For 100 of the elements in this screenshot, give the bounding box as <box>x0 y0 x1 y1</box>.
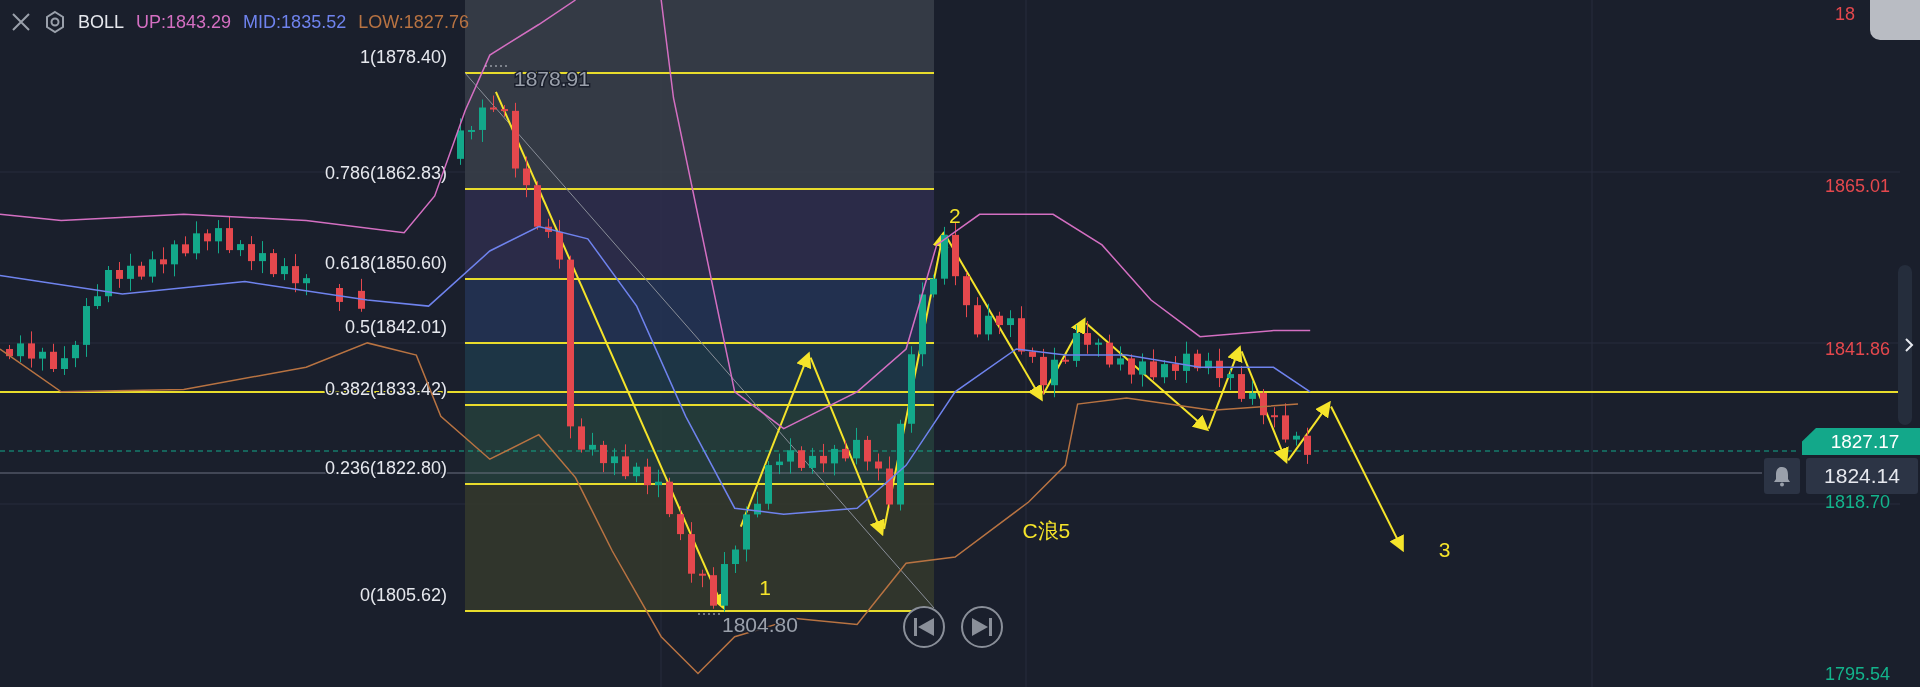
fibonacci-level-label: 0.5(1842.01) <box>344 317 447 337</box>
candlestick <box>688 521 695 584</box>
candlestick <box>336 283 343 312</box>
candlestick <box>699 569 706 588</box>
leader-line <box>697 613 723 615</box>
candlestick <box>710 566 717 610</box>
candlestick <box>765 460 772 511</box>
candlestick <box>1194 349 1201 372</box>
candlestick <box>237 239 244 257</box>
alert-price-label[interactable]: 1824.14 <box>1806 458 1918 494</box>
candlestick <box>182 235 189 257</box>
price-axis-label: 18 <box>1834 4 1855 24</box>
candlestick <box>171 239 178 277</box>
candlestick <box>831 444 838 476</box>
candlestick <box>952 222 959 286</box>
candlestick <box>61 345 68 376</box>
candlestick <box>127 253 134 292</box>
candlestick <box>996 311 1003 335</box>
candlestick <box>578 417 585 454</box>
candlestick <box>1062 355 1069 365</box>
candlestick <box>853 427 860 465</box>
candlestick <box>1018 305 1025 356</box>
candlestick <box>633 462 640 483</box>
candlestick <box>1227 369 1234 391</box>
close-icon[interactable] <box>10 11 32 33</box>
candlestick <box>1238 365 1245 403</box>
fibonacci-level-label: 0.618(1850.60) <box>324 253 447 273</box>
fibonacci-level-label: 0.236(1822.80) <box>324 458 447 478</box>
candlestick <box>611 447 618 476</box>
candlestick <box>39 347 46 372</box>
settings-icon[interactable] <box>44 10 66 34</box>
candlestick <box>28 330 35 369</box>
candlestick <box>1007 309 1014 338</box>
candlestick <box>270 248 277 278</box>
candlestick <box>875 453 882 481</box>
candlestick <box>72 340 79 368</box>
candlestick <box>501 104 508 118</box>
candlestick <box>248 235 255 271</box>
candlestick <box>160 246 167 274</box>
candlestick <box>1128 353 1135 385</box>
candlestick <box>864 435 871 471</box>
indicator-name: BOLL <box>78 11 125 33</box>
candlestick <box>1095 338 1102 358</box>
candlestick <box>666 477 673 518</box>
candlestick <box>721 551 728 613</box>
scrollbar[interactable] <box>1898 265 1912 425</box>
candlestick <box>468 125 475 140</box>
candlestick <box>974 296 981 338</box>
middle-band-value: MID:1835.52 <box>243 11 347 33</box>
candlestick <box>1216 348 1223 388</box>
alert-bell-button[interactable] <box>1764 458 1800 494</box>
candlestick <box>116 261 123 289</box>
candlestick <box>1271 406 1278 428</box>
candlestick <box>259 240 266 274</box>
candlestick <box>589 432 596 457</box>
candlestick <box>1161 359 1168 384</box>
candlestick <box>292 253 299 293</box>
candlestick <box>1293 431 1300 447</box>
candlestick <box>6 344 13 360</box>
candlestick <box>1172 355 1179 381</box>
candlestick <box>732 545 739 574</box>
candlestick <box>1117 345 1124 371</box>
candlestick <box>963 271 970 318</box>
previous-button[interactable] <box>903 606 945 648</box>
candlestick <box>1106 334 1113 368</box>
candlestick <box>545 218 552 239</box>
wave-label: 2 <box>949 203 961 227</box>
candlestick <box>490 95 497 113</box>
wave-label: C浪5 <box>1022 518 1071 542</box>
candlestick <box>303 273 310 296</box>
candlestick <box>1260 388 1267 425</box>
candlestick <box>1051 347 1058 398</box>
wave-label: 1 <box>759 576 771 600</box>
fibonacci-level-label: 1(1878.40) <box>359 47 447 67</box>
high-price-label: 1878.91 <box>514 67 590 90</box>
candlestick <box>677 505 684 541</box>
candlestick <box>204 228 211 251</box>
candlestick <box>622 443 629 480</box>
candlestick <box>193 220 200 260</box>
candlestick <box>1073 324 1080 368</box>
candlestick <box>941 226 948 286</box>
candlestick <box>17 334 24 363</box>
candlestick <box>655 469 662 498</box>
candlestick <box>1040 348 1047 395</box>
candlestick <box>1282 402 1289 444</box>
next-button[interactable] <box>961 606 1003 648</box>
candlestick <box>1139 352 1146 388</box>
candlestick <box>1084 320 1091 355</box>
chevron-right-icon[interactable] <box>1904 337 1914 353</box>
current-price-tag: 1827.17 <box>1802 428 1920 455</box>
candlestick <box>842 440 849 462</box>
candlestick <box>644 458 651 495</box>
candlestick <box>787 437 794 475</box>
candlestick <box>50 343 57 373</box>
candlestick <box>930 274 937 298</box>
bell-icon <box>1772 465 1792 487</box>
candlestick <box>809 447 816 475</box>
price-axis-label: 1818.70 <box>1824 492 1890 512</box>
candlestick <box>105 265 112 303</box>
candlestick <box>1029 347 1036 364</box>
